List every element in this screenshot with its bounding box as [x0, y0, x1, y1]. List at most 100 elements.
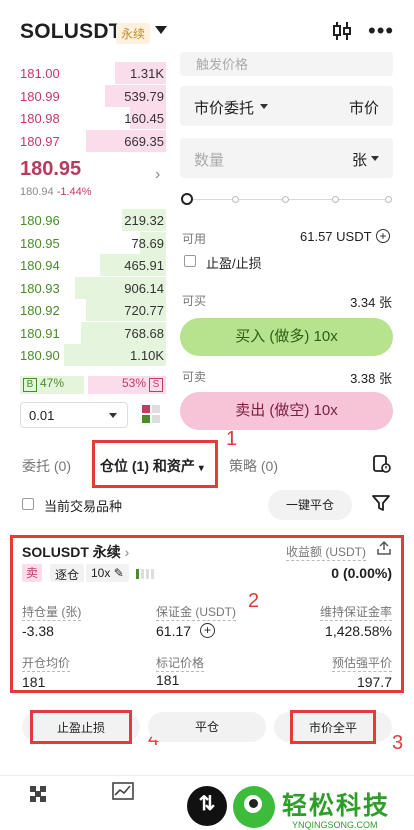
bid-qty: 768.68: [124, 325, 164, 341]
precision-select[interactable]: 0.01: [20, 402, 128, 428]
ask-price: 180.99: [20, 88, 60, 104]
qty-slider-handle[interactable]: [181, 193, 193, 205]
current-symbol-checkbox[interactable]: [22, 498, 34, 510]
position-symbol[interactable]: SOLUSDT 永续 ›: [22, 542, 129, 562]
current-symbol-label: 当前交易品种: [44, 499, 123, 514]
slider-step-100[interactable]: [385, 196, 392, 203]
bid-row[interactable]: 180.93 906.14: [20, 276, 166, 299]
tab-strategy[interactable]: 策略 (0): [229, 456, 278, 476]
ask-qty: 669.35: [124, 133, 164, 149]
margin-label: 保证金 (USDT): [156, 605, 236, 621]
slider-step-50[interactable]: [282, 196, 289, 203]
depth-layout-icon[interactable]: [142, 405, 160, 423]
order-history-icon[interactable]: [373, 455, 391, 478]
mmr-value: 1,428.58%: [325, 623, 392, 639]
tab-positions[interactable]: 仓位 (1) 和资产 ▾: [100, 456, 204, 476]
order-type-row[interactable]: 市价委托 市价: [180, 86, 393, 126]
add-margin-icon[interactable]: +: [200, 623, 215, 638]
ask-price: 180.97: [20, 133, 60, 149]
bid-price: 180.92: [20, 303, 60, 318]
bid-row[interactable]: 180.94 465.91: [20, 254, 166, 276]
bid-qty: 720.77: [124, 303, 164, 318]
perpetual-tag: 永续: [116, 23, 151, 44]
bid-qty: 465.91: [124, 258, 164, 273]
quantity-input[interactable]: 数量 张: [180, 138, 393, 178]
leverage-badge[interactable]: 10x ✎: [86, 564, 129, 582]
price-mode: 市价: [348, 100, 379, 117]
slider-step-75[interactable]: [332, 196, 339, 203]
filter-icon[interactable]: [372, 494, 390, 517]
watermark-logo: [233, 786, 275, 828]
bid-price: 180.96: [20, 213, 60, 228]
candlestick-icon[interactable]: [331, 20, 353, 48]
risk-level-icon: [136, 569, 156, 579]
sell-ratio: 53%: [121, 376, 146, 390]
bid-price: 180.95: [20, 235, 60, 251]
ask-qty: 539.79: [124, 88, 164, 104]
bid-row[interactable]: 180.90 1.10K: [20, 344, 166, 366]
chevron-down-icon: [109, 413, 117, 418]
market-close-label: 市价全平: [308, 721, 357, 735]
tpsl-button-label: 止盈止损: [56, 721, 105, 735]
liq-label: 预估强平价: [331, 656, 392, 672]
side-badge: 卖: [22, 564, 42, 582]
chevron-right-icon[interactable]: ›: [155, 166, 160, 184]
more-icon[interactable]: •••: [368, 18, 394, 44]
buy-long-button[interactable]: 买入 (做多) 10x: [180, 318, 393, 356]
bid-price: 180.90: [20, 348, 60, 363]
slider-step-25[interactable]: [232, 196, 239, 203]
bid-price: 180.93: [20, 280, 60, 296]
entry-label: 开仓均价: [22, 656, 71, 672]
buy-ratio-bar: B 47%: [20, 376, 84, 394]
edit-icon: ✎: [113, 566, 124, 580]
watermark-text: 轻松科技: [282, 792, 391, 820]
watermark-url: YNQINGSONG.COM: [292, 820, 378, 830]
add-circle-icon[interactable]: +: [376, 229, 390, 243]
bid-price: 180.91: [20, 325, 60, 341]
liq-value: 197.7: [356, 674, 392, 690]
tab-orders[interactable]: 委托 (0): [22, 456, 71, 476]
ask-row[interactable]: 180.97 669.35: [20, 129, 166, 152]
entry-value: 181: [22, 674, 46, 690]
share-icon[interactable]: [376, 540, 392, 561]
symbol-title[interactable]: SOLUSDT: [20, 20, 122, 44]
qty-unit-select: 张: [351, 152, 367, 169]
chevron-right-icon: ›: [124, 544, 130, 560]
mmr-label: 维持保证金率: [319, 605, 392, 621]
grid-menu-icon[interactable]: [30, 786, 46, 802]
mark-price: 180.94 -1.44%: [20, 186, 92, 198]
size-label: 持仓量 (张): [22, 605, 82, 621]
ask-row[interactable]: 180.98 160.45: [20, 107, 166, 129]
annotation-3: 3: [392, 732, 404, 754]
last-price: 180.95: [20, 158, 82, 180]
symbol-dropdown-icon[interactable]: [155, 26, 167, 34]
pnl-value: 0 (0.00%): [331, 565, 392, 581]
can-buy-label: 可买: [182, 294, 207, 308]
sell-ratio-label: S: [149, 378, 163, 392]
can-sell-value: 3.38 张: [350, 371, 392, 386]
bid-qty: 219.32: [124, 213, 164, 228]
ask-row[interactable]: 181.00 1.31K: [20, 62, 166, 84]
bid-row[interactable]: 180.91 768.68: [20, 321, 166, 344]
annotation-1: 1: [226, 428, 238, 450]
trigger-price-input[interactable]: 触发价格: [180, 52, 393, 76]
chevron-down-icon: [371, 156, 379, 161]
close-position-button[interactable]: 平仓: [148, 712, 266, 742]
ask-row[interactable]: 180.99 539.79: [20, 84, 166, 107]
swap-icon[interactable]: ⇅: [187, 786, 227, 826]
available-value: 61.57 USDT: [300, 229, 372, 244]
close-all-button[interactable]: 一键平仓: [268, 490, 352, 520]
size-value: -3.38: [22, 623, 54, 639]
price-change: -1.44%: [56, 186, 92, 198]
bid-row[interactable]: 180.95 78.69: [20, 231, 166, 254]
sell-short-button[interactable]: 卖出 (做空) 10x: [180, 392, 393, 430]
bid-row[interactable]: 180.96 219.32: [20, 209, 166, 231]
ask-qty: 160.45: [124, 111, 164, 126]
available-label: 可用: [182, 232, 207, 246]
annotation-2: 2: [248, 590, 260, 612]
buy-ratio: 47%: [40, 376, 65, 390]
tpsl-checkbox[interactable]: [184, 255, 196, 267]
chart-icon[interactable]: [112, 782, 134, 807]
bid-row[interactable]: 180.92 720.77: [20, 299, 166, 321]
chevron-down-icon: [260, 104, 268, 109]
